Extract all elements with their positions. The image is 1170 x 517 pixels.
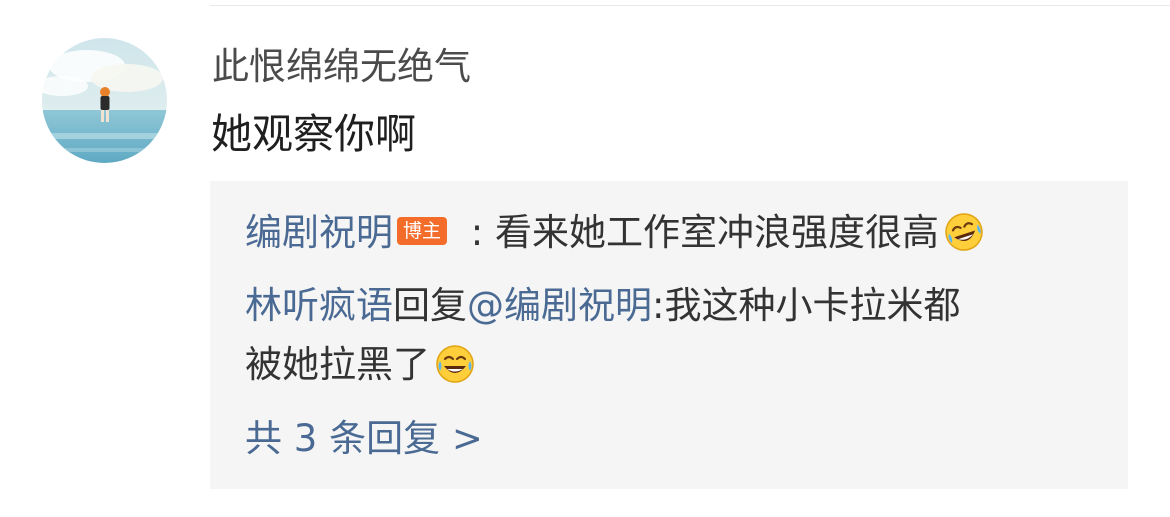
reply-item: 林听疯语回复@编剧祝明:我这种小卡拉米都 bbox=[245, 283, 960, 329]
reply-item-continued: 被她拉黑了 bbox=[245, 342, 476, 388]
reply-separator: : bbox=[652, 284, 665, 327]
reply-author[interactable]: 林听疯语 bbox=[245, 284, 393, 327]
reply-author[interactable]: 编剧祝明 bbox=[245, 211, 393, 254]
top-divider bbox=[210, 5, 1170, 6]
reply-text: 被她拉黑了 bbox=[245, 343, 430, 386]
author-badge: 博主 bbox=[397, 216, 448, 245]
reply-text: 我这种小卡拉米都 bbox=[664, 284, 961, 327]
reply-item: 编剧祝明 博主 : 看来她工作室冲浪强度很高 bbox=[245, 210, 985, 256]
reply-mention[interactable]: @编剧祝明 bbox=[467, 284, 652, 327]
comment-text: 她观察你啊 bbox=[211, 110, 416, 158]
reply-text: 看来她工作室冲浪强度很高 bbox=[495, 211, 940, 254]
avatar-image bbox=[42, 38, 167, 163]
laugh-cry-emoji bbox=[943, 211, 985, 253]
comment-username[interactable]: 此恨绵绵无绝气 bbox=[212, 44, 471, 90]
avatar[interactable] bbox=[42, 38, 167, 163]
more-replies-link[interactable]: 共 3 条回复 > bbox=[245, 416, 483, 462]
replies-panel: 编剧祝明 博主 : 看来她工作室冲浪强度很高 林听疯语回复@编剧祝明:我这种小卡拉… bbox=[210, 181, 1128, 489]
reply-separator: : bbox=[459, 211, 496, 254]
reply-word: 回复 bbox=[393, 284, 467, 327]
laugh-cry-emoji bbox=[434, 343, 476, 385]
